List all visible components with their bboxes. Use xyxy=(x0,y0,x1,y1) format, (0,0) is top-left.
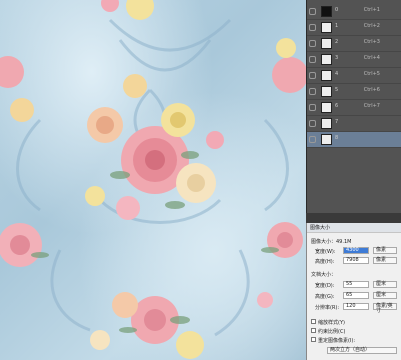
resample-method-select[interactable]: 两次立方（自动） xyxy=(327,347,397,354)
visibility-eye-icon[interactable] xyxy=(309,72,316,79)
layer-row[interactable]: 3 Ctrl+4 xyxy=(307,52,401,68)
floral-artwork xyxy=(0,0,306,359)
document-size-label: 文档大小： xyxy=(311,272,337,278)
resample-label: 重定图像像素(I): xyxy=(318,338,356,344)
layer-name: 2 xyxy=(335,39,339,45)
layer-thumbnail xyxy=(321,54,332,65)
layer-name: 5 xyxy=(335,87,339,93)
image-canvas[interactable] xyxy=(0,0,306,360)
layer-row[interactable]: 0 Ctrl+1 xyxy=(307,4,401,20)
layer-thumbnail xyxy=(321,38,332,49)
visibility-eye-icon[interactable] xyxy=(309,88,316,95)
doc-width-label: 宽度(D): xyxy=(315,283,335,289)
visibility-eye-icon[interactable] xyxy=(309,8,316,15)
layer-name: 8 xyxy=(335,135,339,141)
layer-row[interactable]: 8 xyxy=(307,132,401,148)
layer-thumbnail xyxy=(321,134,332,145)
image-size-label: 图像大小：49.1M xyxy=(311,239,352,245)
layer-shortcut: Ctrl+4 xyxy=(363,55,380,61)
layer-row[interactable]: 2 Ctrl+3 xyxy=(307,36,401,52)
layer-row[interactable]: 4 Ctrl+5 xyxy=(307,68,401,84)
layer-shortcut: Ctrl+3 xyxy=(363,39,380,45)
width-input[interactable]: 4300 xyxy=(343,247,369,254)
constrain-proportions-checkbox[interactable] xyxy=(311,328,316,333)
layer-row[interactable]: 6 Ctrl+7 xyxy=(307,100,401,116)
width-label: 宽度(W): xyxy=(315,249,336,255)
height-unit-select[interactable]: 像素 xyxy=(373,257,397,264)
layer-row[interactable]: 7 xyxy=(307,116,401,132)
dialog-title: 图像大小 xyxy=(307,223,401,233)
layer-thumbnail xyxy=(321,118,332,129)
resample-checkbox[interactable] xyxy=(311,337,316,342)
resolution-input[interactable]: 120 xyxy=(343,303,369,310)
layer-thumbnail xyxy=(321,6,332,17)
layer-shortcut: Ctrl+6 xyxy=(363,87,380,93)
doc-width-unit-select[interactable]: 厘米 xyxy=(373,281,397,288)
layer-name: 0 xyxy=(335,7,339,13)
visibility-eye-icon[interactable] xyxy=(309,56,316,63)
doc-height-unit-select[interactable]: 厘米 xyxy=(373,292,397,299)
layer-name: 3 xyxy=(335,55,339,61)
width-unit-select[interactable]: 像素 xyxy=(373,247,397,254)
visibility-eye-icon[interactable] xyxy=(309,120,316,127)
layer-thumbnail xyxy=(321,86,332,97)
layer-thumbnail xyxy=(321,102,332,113)
layer-name: 1 xyxy=(335,23,339,29)
visibility-eye-icon[interactable] xyxy=(309,24,316,31)
visibility-eye-icon[interactable] xyxy=(309,136,316,143)
layer-name: 4 xyxy=(335,71,339,77)
layer-row[interactable]: 5 Ctrl+6 xyxy=(307,84,401,100)
visibility-eye-icon[interactable] xyxy=(309,40,316,47)
scale-styles-label: 缩放样式(Y) xyxy=(318,320,345,326)
panel-footer xyxy=(306,213,401,223)
constrain-proportions-label: 约束比例(C) xyxy=(318,329,346,335)
layer-shortcut: Ctrl+2 xyxy=(363,23,380,29)
image-size-dialog: 图像大小 图像大小：49.1M 宽度(W): 4300 像素 高度(H): 79… xyxy=(306,223,401,360)
layer-thumbnail xyxy=(321,22,332,33)
height-label: 高度(H): xyxy=(315,259,335,265)
height-input[interactable]: 7908 xyxy=(343,257,369,264)
doc-width-input[interactable]: 55 xyxy=(343,281,369,288)
layer-shortcut: Ctrl+5 xyxy=(363,71,380,77)
layer-row[interactable]: 1 Ctrl+2 xyxy=(307,20,401,36)
layer-name: 6 xyxy=(335,103,339,109)
layer-thumbnail xyxy=(321,70,332,81)
scale-styles-checkbox[interactable] xyxy=(311,319,316,324)
layer-shortcut: Ctrl+1 xyxy=(363,7,380,13)
doc-height-label: 高度(G): xyxy=(315,294,335,300)
resolution-label: 分辨率(R): xyxy=(315,305,340,311)
doc-height-input[interactable]: 65 xyxy=(343,292,369,299)
layers-panel: 0 Ctrl+1 1 Ctrl+2 2 Ctrl+3 3 Ctrl+4 4 Ctrl+5 5 Ctrl… xyxy=(306,0,401,213)
resolution-unit-select[interactable]: 像素/英寸 xyxy=(373,303,397,314)
layer-shortcut: Ctrl+7 xyxy=(363,103,380,109)
layer-name: 7 xyxy=(335,119,339,125)
visibility-eye-icon[interactable] xyxy=(309,104,316,111)
